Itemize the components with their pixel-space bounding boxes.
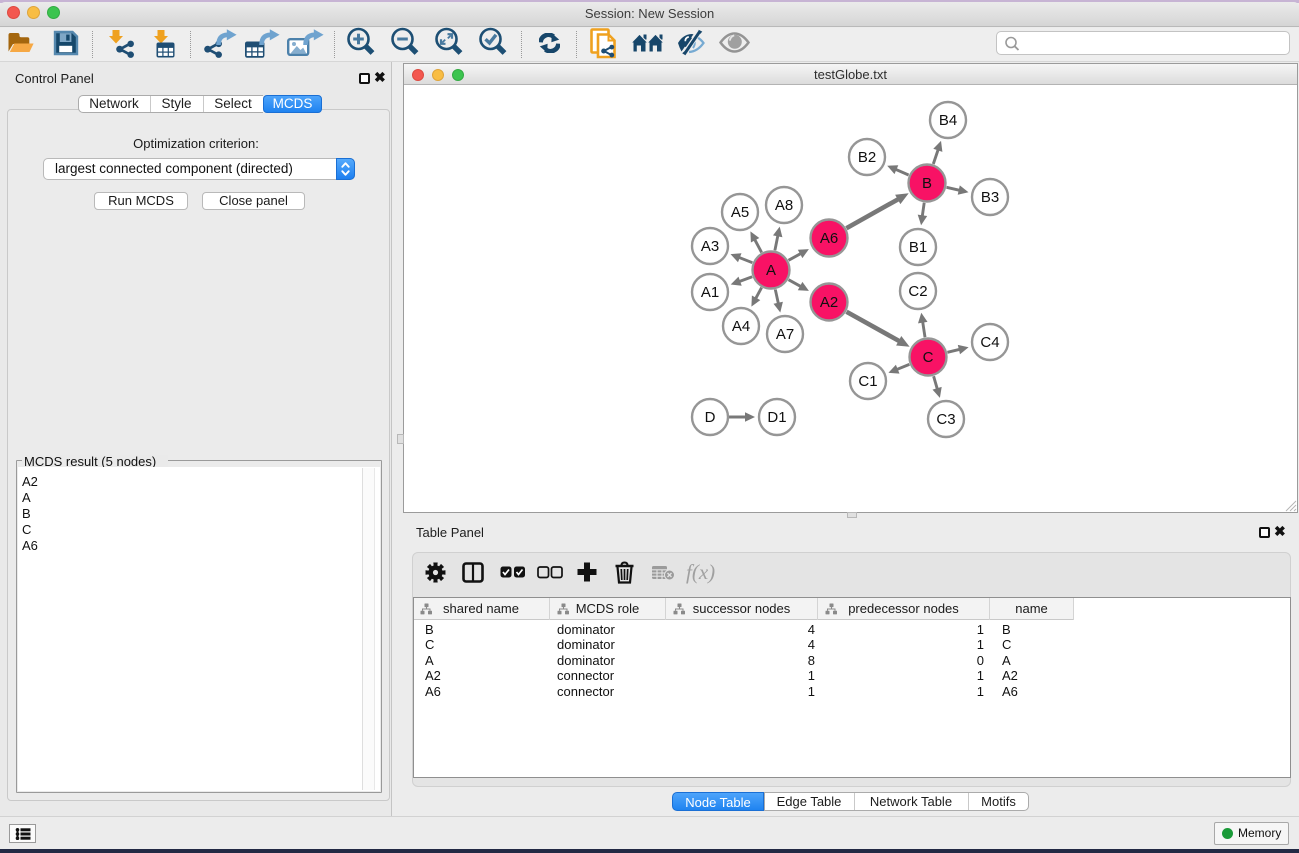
svg-text:B3: B3 bbox=[981, 189, 999, 206]
svg-text:C: C bbox=[923, 349, 934, 366]
svg-text:A7: A7 bbox=[776, 326, 794, 343]
svg-text:C3: C3 bbox=[936, 411, 955, 428]
svg-text:A5: A5 bbox=[731, 204, 749, 221]
svg-text:A3: A3 bbox=[701, 238, 719, 255]
svg-text:C4: C4 bbox=[980, 334, 999, 351]
svg-text:B: B bbox=[922, 175, 932, 192]
svg-text:B4: B4 bbox=[939, 112, 957, 129]
svg-text:A6: A6 bbox=[820, 230, 838, 247]
svg-text:A8: A8 bbox=[775, 197, 793, 214]
svg-text:A2: A2 bbox=[820, 294, 838, 311]
svg-text:D1: D1 bbox=[767, 409, 786, 426]
svg-text:A4: A4 bbox=[732, 318, 750, 335]
svg-text:B2: B2 bbox=[858, 149, 876, 166]
svg-text:C1: C1 bbox=[858, 373, 877, 390]
svg-text:B1: B1 bbox=[909, 239, 927, 256]
svg-text:D: D bbox=[705, 409, 716, 426]
svg-text:A1: A1 bbox=[701, 284, 719, 301]
svg-text:A: A bbox=[766, 262, 776, 279]
svg-text:C2: C2 bbox=[908, 283, 927, 300]
